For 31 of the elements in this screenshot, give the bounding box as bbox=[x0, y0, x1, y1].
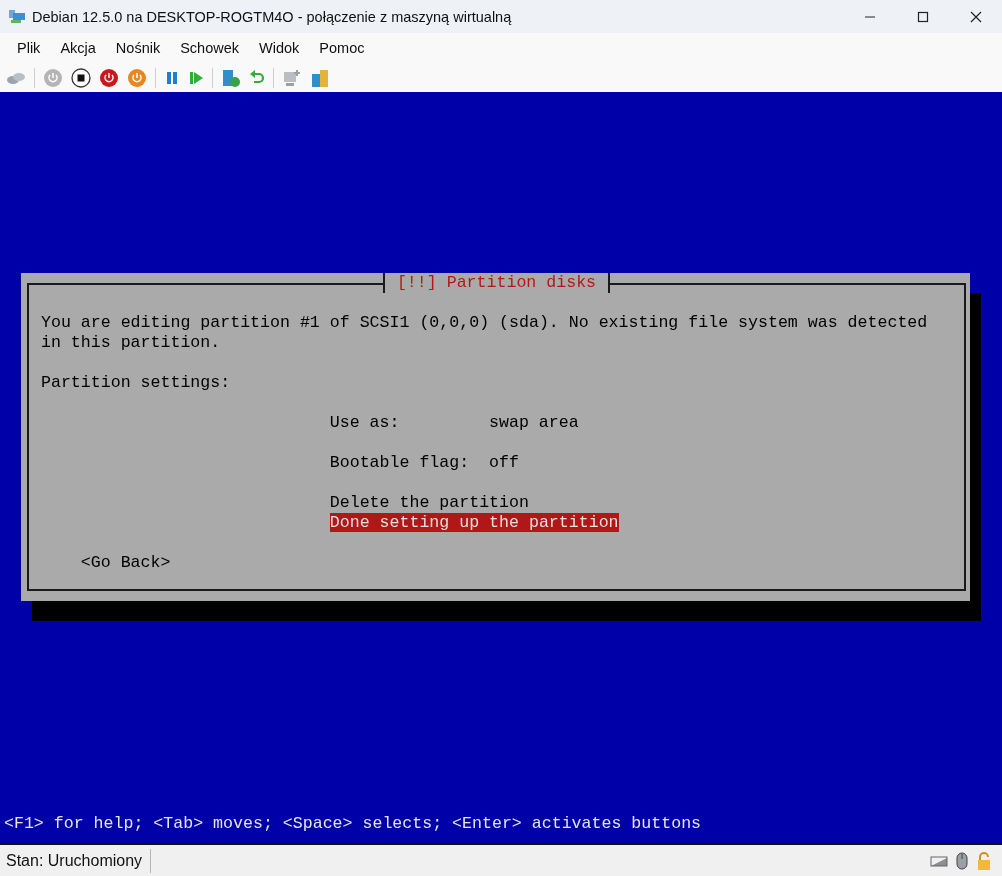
keyboard-icon bbox=[930, 853, 948, 868]
play-icon[interactable] bbox=[188, 69, 204, 86]
lock-icon bbox=[976, 850, 992, 871]
go-back-button[interactable]: <Go Back> bbox=[80, 553, 171, 572]
menu-item[interactable]: Widok bbox=[248, 40, 309, 56]
window-title: Debian 12.5.0 na DESKTOP-ROGTM4O - połączenie z maszyną wirtualną bbox=[32, 8, 513, 25]
pause-icon[interactable] bbox=[164, 69, 180, 86]
stop-icon[interactable] bbox=[71, 67, 91, 88]
menu-item[interactable]: Plik bbox=[6, 40, 50, 56]
dialog-title: [!!] Partition disks bbox=[382, 273, 611, 293]
action-option[interactable]: Delete the partition bbox=[329, 493, 529, 512]
power-icon[interactable] bbox=[127, 67, 147, 88]
maximize-icon bbox=[916, 10, 929, 23]
action-option[interactable]: Done setting up the partition bbox=[329, 513, 619, 532]
dialog-message: You are editing partition #1 of SCSI1 (0,0,0) (sda). No existing file system was detected in this partition. bbox=[41, 313, 929, 353]
section-label: Partition settings: bbox=[41, 373, 232, 393]
menu-item[interactable]: Akcja bbox=[49, 40, 105, 56]
menu-item[interactable]: Nośnik bbox=[104, 40, 170, 56]
undo-icon[interactable] bbox=[249, 69, 265, 86]
network-icon[interactable] bbox=[6, 70, 26, 85]
setting-option[interactable]: Use as: swap area bbox=[329, 413, 579, 432]
status-text: Stan: Uruchomiony bbox=[5, 851, 144, 870]
monitor-icon bbox=[8, 8, 26, 25]
setting-option[interactable]: Bootable flag: off bbox=[329, 453, 519, 472]
menu-item[interactable]: Pomoc bbox=[308, 40, 374, 56]
close-icon bbox=[969, 10, 982, 23]
menu-item[interactable]: Schowek bbox=[169, 40, 248, 56]
power-icon[interactable] bbox=[99, 67, 119, 88]
monitor-icon[interactable] bbox=[282, 67, 302, 88]
help-hint: <F1> for help; <Tab> moves; <Space> selects; <Enter> activates buttons bbox=[4, 814, 703, 834]
mouse-icon bbox=[956, 851, 968, 870]
